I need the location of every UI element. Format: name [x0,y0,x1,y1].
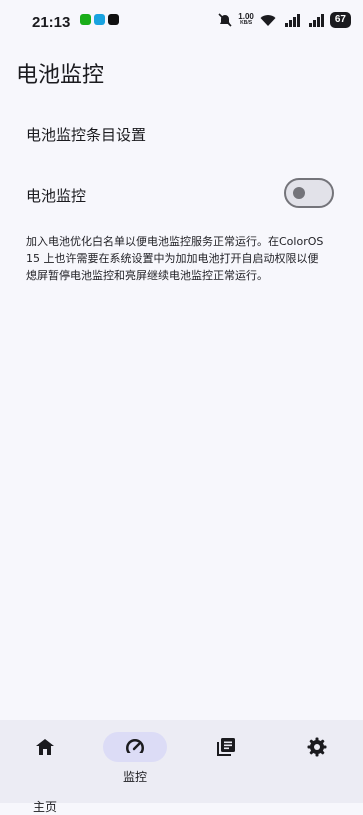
gear-icon [307,737,327,757]
toggle-knob [293,187,305,199]
description-text: 加入电池优化白名单以便电池监控服务正常运行。在ColorOS 15 上也许需要在… [26,235,324,282]
signal-icon-sim1 [284,13,300,27]
status-bar: 21:13 1.00 KB/S 67 [0,0,363,44]
tiktok-icon [108,14,119,25]
nav-label-home: 主页 [32,800,57,814]
nav-item-library[interactable] [181,720,271,803]
nav-item-home[interactable]: 主页 [0,720,90,814]
mute-icon [218,13,232,27]
gauge-icon [126,739,144,757]
battery-monitor-entry-settings[interactable]: 电池监控条目设置 [26,124,146,145]
nav-item-monitor[interactable]: 监控 [90,720,180,803]
battery-monitor-toggle[interactable] [284,178,334,208]
wechat-icon [80,14,91,25]
wifi-icon [260,14,276,26]
notification-icons [80,14,119,25]
home-icon [36,739,54,755]
net-speed-unit: KB/S [240,20,253,26]
battery-monitor-switch-label: 电池监控 [26,187,87,205]
status-time: 21:13 [32,14,71,31]
nav-label-monitor: 监控 [122,770,147,784]
status-indicators: 1.00 KB/S 67 [218,12,351,28]
nav-item-settings[interactable] [272,720,362,803]
signal-icon-sim2 [308,13,324,27]
app-notification-icon [94,14,105,25]
battery-indicator: 67 [329,12,351,28]
bottom-navigation: 主页 监控 [0,720,363,814]
net-speed: 1.00 KB/S [238,13,254,27]
page-title: 电池监控 [16,63,105,88]
library-icon [217,738,235,756]
